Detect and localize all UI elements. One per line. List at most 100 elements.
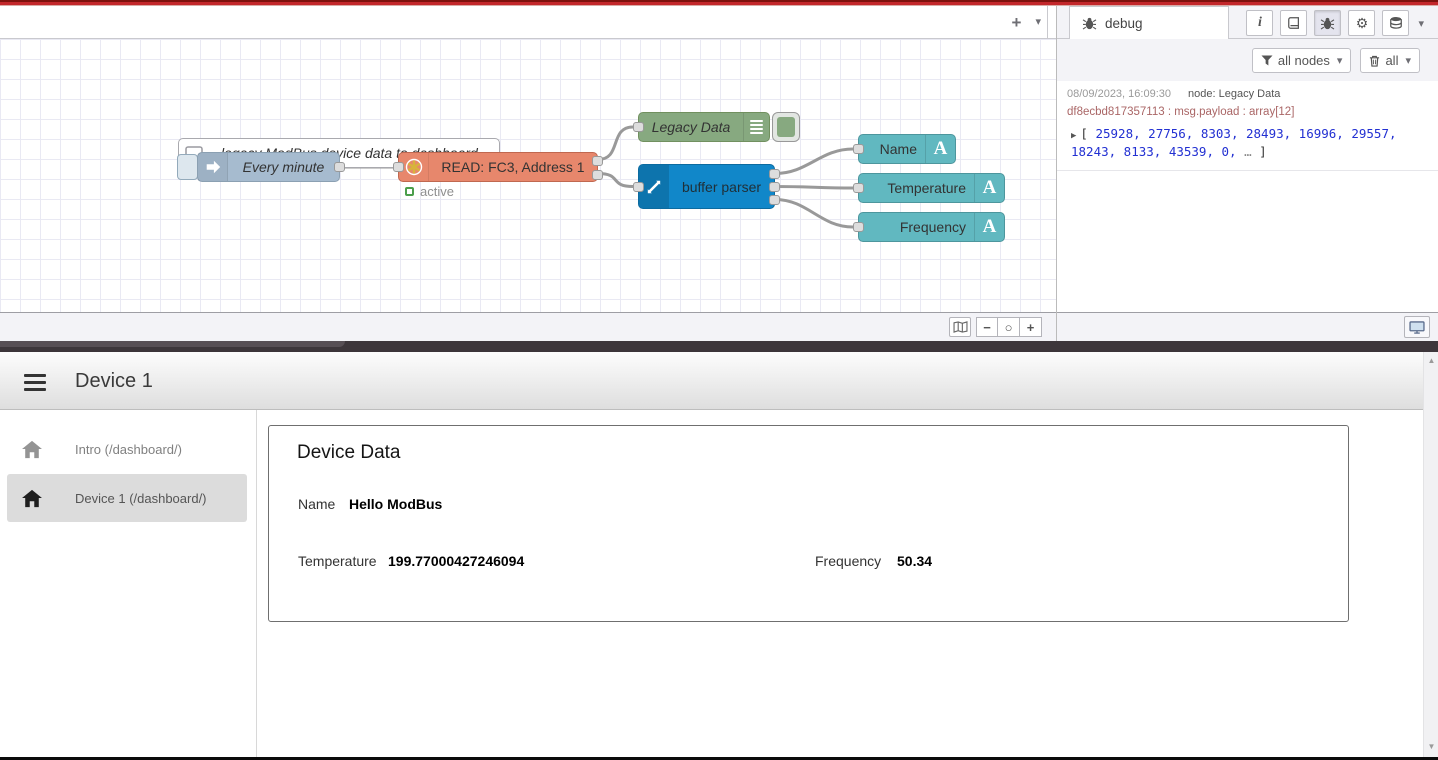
nav-item-device1[interactable]: Device 1 (/dashboard/) xyxy=(7,474,247,522)
debug-node-label: Legacy Data xyxy=(639,119,743,135)
text-widget-icon: A xyxy=(974,213,1004,241)
ui-frequency-input-port[interactable] xyxy=(853,222,864,232)
inject-trigger-button[interactable] xyxy=(177,154,198,180)
zoom-reset-button[interactable]: ○ xyxy=(998,317,1020,337)
debug-message-path: df8ecbd817357113 : msg.payload : array[1… xyxy=(1067,106,1428,118)
field-name-label: Name xyxy=(298,496,335,512)
modbus-output-port-2[interactable] xyxy=(592,170,603,180)
debug-message-node-name[interactable]: Legacy Data xyxy=(1219,88,1281,100)
field-frequency-label: Frequency xyxy=(815,553,881,569)
debug-sidebar: debug i ⚙ ▾ all nodes ▾ xyxy=(1056,6,1438,341)
ui-text-node-temperature[interactable]: Temperature A xyxy=(858,173,1005,203)
info-tab-button[interactable]: i xyxy=(1246,10,1273,36)
sidebar-menu-caret-icon[interactable]: ▾ xyxy=(1418,17,1424,30)
flow-canvas[interactable]: legacy ModBus device data to dashboard E… xyxy=(0,39,1056,312)
flow-tabbar-actions: + ▾ xyxy=(1012,6,1048,39)
nav-item-device1-label: Device 1 (/dashboard/) xyxy=(75,491,207,506)
inject-node[interactable]: Every minute xyxy=(197,152,340,182)
scroll-up-arrow[interactable]: ▲ xyxy=(1424,356,1438,365)
sidebar-toolbar: i ⚙ ▾ xyxy=(1246,10,1424,36)
wire[interactable] xyxy=(775,200,853,228)
flow-tabbar: + ▾ xyxy=(0,6,1056,39)
inject-node-label: Every minute xyxy=(228,159,339,175)
modbus-node-status: active xyxy=(405,184,454,199)
wire[interactable] xyxy=(598,127,633,160)
dashboard-header: Device 1 xyxy=(0,352,1423,410)
field-frequency-value: 50.34 xyxy=(897,553,932,569)
modbus-input-port[interactable] xyxy=(393,162,404,172)
nav-item-intro-label: Intro (/dashboard/) xyxy=(75,442,182,457)
config-tab-button[interactable]: ⚙ xyxy=(1348,10,1375,36)
ui-text-node-frequency[interactable]: Frequency A xyxy=(858,212,1005,242)
debug-filter-button[interactable]: all nodes ▾ xyxy=(1252,48,1352,73)
bug-icon xyxy=(1082,17,1097,30)
device-data-card: Device Data Name Hello ModBus Temperatur… xyxy=(268,425,1349,622)
expand-triangle-icon[interactable]: ▶ xyxy=(1071,131,1076,141)
ui-name-label: Name xyxy=(859,141,925,157)
field-temperature-label: Temperature xyxy=(298,553,377,569)
debug-message[interactable]: 08/09/2023, 16:09:30 node: Legacy Data d… xyxy=(1057,81,1438,171)
wire[interactable] xyxy=(775,187,853,189)
wire[interactable] xyxy=(775,149,853,174)
flow-list-caret-icon[interactable]: ▾ xyxy=(1035,17,1041,28)
status-text: active xyxy=(420,184,454,199)
filter-caret-icon: ▾ xyxy=(1337,54,1343,67)
debug-console-icon xyxy=(743,113,769,141)
parser-output-port-2[interactable] xyxy=(769,182,780,192)
app-root: + ▾ legacy ModBus device data to dashboa… xyxy=(0,0,1438,760)
window-divider-tab xyxy=(0,341,345,347)
parser-input-port[interactable] xyxy=(633,182,644,192)
debug-tab-button[interactable] xyxy=(1314,10,1341,36)
debug-filterbar: all nodes ▾ all ▾ xyxy=(1057,39,1438,81)
ui-temperature-label: Temperature xyxy=(859,180,974,196)
field-name-value: Hello ModBus xyxy=(349,496,442,512)
flow-editor: + ▾ legacy ModBus device data to dashboa… xyxy=(0,6,1056,341)
debug-message-payload[interactable]: ▶[ 25928, 27756, 8303, 28493, 16996, 295… xyxy=(1067,125,1428,161)
status-square-icon xyxy=(405,187,414,196)
home-icon xyxy=(21,489,45,508)
dashboard-nav: Intro (/dashboard/) Device 1 (/dashboard… xyxy=(0,410,257,757)
payload-ellipsis: … xyxy=(1244,144,1252,159)
open-debug-window-button[interactable] xyxy=(1404,316,1430,338)
editor-footer: − ○ + xyxy=(0,312,1056,341)
inject-output-port[interactable] xyxy=(334,162,345,172)
context-tab-button[interactable] xyxy=(1382,10,1409,36)
debug-node[interactable]: Legacy Data xyxy=(638,112,770,142)
inject-arrow-icon xyxy=(198,153,228,181)
debug-message-list: 08/09/2023, 16:09:30 node: Legacy Data d… xyxy=(1057,81,1438,312)
ui-name-input-port[interactable] xyxy=(853,144,864,154)
debug-clear-button[interactable]: all ▾ xyxy=(1360,48,1420,73)
dashboard-page-title: Device 1 xyxy=(75,370,153,393)
modbus-read-node[interactable]: READ: FC3, Address 1 xyxy=(398,152,598,182)
card-title: Device Data xyxy=(297,442,401,464)
ui-frequency-label: Frequency xyxy=(859,219,974,235)
debug-node-prefix: node: xyxy=(1188,88,1216,100)
clear-caret-icon: ▾ xyxy=(1405,54,1411,67)
debug-enable-toggle[interactable] xyxy=(772,112,800,142)
vertical-scrollbar[interactable]: ▲ ▼ xyxy=(1423,352,1438,757)
buffer-parser-node[interactable]: buffer parser xyxy=(638,164,775,209)
bracket-open: [ xyxy=(1080,126,1088,141)
modbus-output-port-1[interactable] xyxy=(592,156,603,166)
debug-input-port[interactable] xyxy=(633,122,644,132)
funnel-icon xyxy=(1261,55,1273,66)
trash-icon xyxy=(1369,55,1380,67)
help-tab-button[interactable] xyxy=(1280,10,1307,36)
parser-output-port-1[interactable] xyxy=(769,169,780,179)
menu-hamburger-icon[interactable] xyxy=(24,374,46,395)
parser-node-label: buffer parser xyxy=(669,179,774,195)
add-flow-button[interactable]: + xyxy=(1012,14,1022,31)
scroll-down-arrow[interactable]: ▼ xyxy=(1424,742,1438,751)
wire[interactable] xyxy=(598,174,633,187)
text-widget-icon: A xyxy=(925,135,955,163)
minimap-button[interactable] xyxy=(949,317,971,337)
zoom-in-button[interactable]: + xyxy=(1020,317,1042,337)
parser-output-port-3[interactable] xyxy=(769,195,780,205)
ui-text-node-name[interactable]: Name A xyxy=(858,134,956,164)
tab-debug-label: debug xyxy=(1105,16,1143,31)
ui-temperature-input-port[interactable] xyxy=(853,183,864,193)
zoom-out-button[interactable]: − xyxy=(976,317,998,337)
bracket-close: ] xyxy=(1259,144,1267,159)
nav-item-intro[interactable]: Intro (/dashboard/) xyxy=(7,425,247,473)
tab-debug[interactable]: debug xyxy=(1069,6,1229,40)
